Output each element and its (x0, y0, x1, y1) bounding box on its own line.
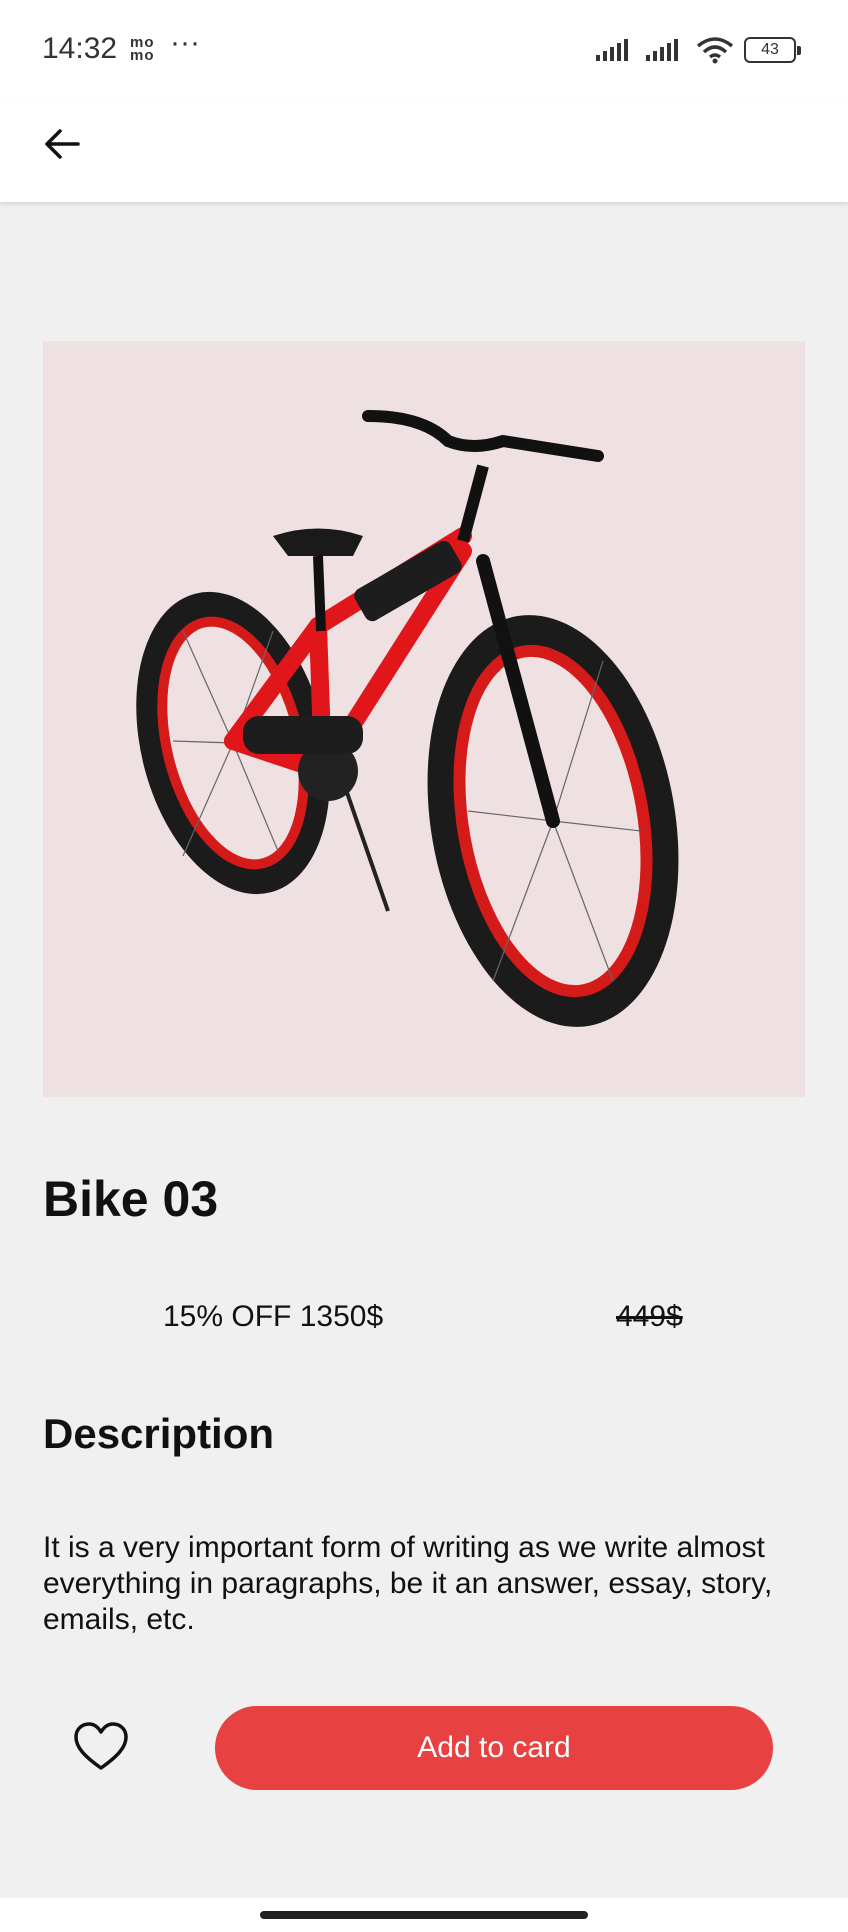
bicycle-image (136, 410, 679, 1027)
home-indicator[interactable] (260, 1911, 588, 1919)
app-bar (0, 100, 848, 202)
status-bar: 14:32 mo mo ··· 43 (0, 0, 848, 100)
product-image (43, 341, 805, 1097)
arrow-left-icon (45, 129, 80, 159)
back-button[interactable] (40, 122, 84, 166)
old-price: 449$ (616, 1300, 683, 1333)
battery-icon: 43 (744, 37, 801, 63)
add-to-cart-button[interactable]: Add to card (215, 1706, 773, 1790)
signal-icon (596, 39, 628, 61)
description-text: It is a very important form of writing a… (43, 1531, 773, 1636)
status-time: 14:32 (42, 32, 118, 65)
status-indicators: 43 (596, 36, 801, 64)
product-title: Bike 03 (43, 1171, 219, 1227)
carrier-icon: mo mo (130, 34, 155, 64)
heart-outline-icon (74, 1722, 128, 1770)
favorite-button[interactable] (72, 1718, 130, 1776)
more-notifications-icon: ··· (170, 26, 200, 59)
discount-price: 15% OFF 1350$ (163, 1300, 384, 1333)
signal-icon-2 (646, 39, 678, 61)
description-heading: Description (43, 1410, 275, 1457)
wifi-icon (696, 37, 734, 64)
